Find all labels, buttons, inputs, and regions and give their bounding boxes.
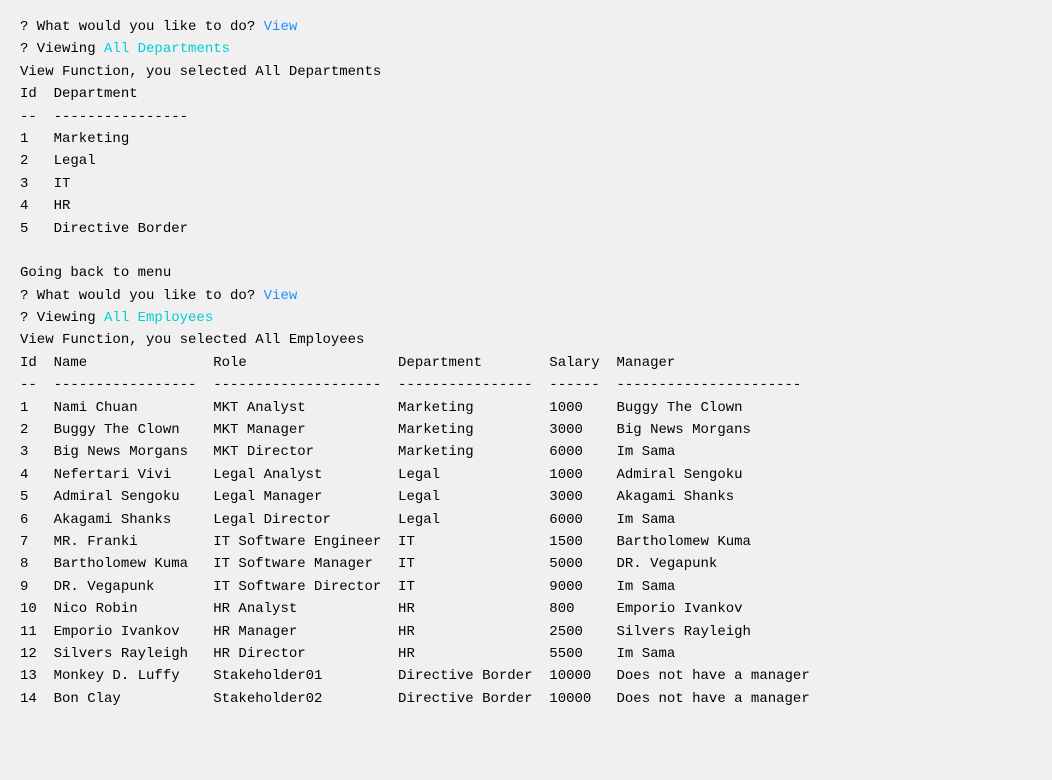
terminal-line: ? What would you like to do? View <box>20 285 1032 307</box>
terminal-line: 1 Marketing <box>20 128 1032 150</box>
terminal-line: 8 Bartholomew Kuma IT Software Manager I… <box>20 553 1032 575</box>
prompt-value: View <box>264 19 298 35</box>
terminal-line: View Function, you selected All Employee… <box>20 329 1032 351</box>
terminal-line: 1 Nami Chuan MKT Analyst Marketing 1000 … <box>20 397 1032 419</box>
terminal-line: -- ----------------- -------------------… <box>20 374 1032 396</box>
terminal-line: 5 Directive Border <box>20 218 1032 240</box>
spacer-line <box>20 240 1032 262</box>
terminal-line: 4 HR <box>20 195 1032 217</box>
terminal-line: 12 Silvers Rayleigh HR Director HR 5500 … <box>20 643 1032 665</box>
terminal-line: 7 MR. Franki IT Software Engineer IT 150… <box>20 531 1032 553</box>
terminal-line: View Function, you selected All Departme… <box>20 61 1032 83</box>
terminal-line: ? Viewing All Employees <box>20 307 1032 329</box>
terminal-line: Id Name Role Department Salary Manager <box>20 352 1032 374</box>
terminal-line: ? What would you like to do? View <box>20 16 1032 38</box>
terminal-line: 6 Akagami Shanks Legal Director Legal 60… <box>20 509 1032 531</box>
terminal-line: 11 Emporio Ivankov HR Manager HR 2500 Si… <box>20 621 1032 643</box>
terminal-line: 3 Big News Morgans MKT Director Marketin… <box>20 441 1032 463</box>
terminal-line: 9 DR. Vegapunk IT Software Director IT 9… <box>20 576 1032 598</box>
terminal-line: 10 Nico Robin HR Analyst HR 800 Emporio … <box>20 598 1032 620</box>
terminal-line: 4 Nefertari Vivi Legal Analyst Legal 100… <box>20 464 1032 486</box>
prompt-value: View <box>264 288 298 304</box>
terminal-line: 5 Admiral Sengoku Legal Manager Legal 30… <box>20 486 1032 508</box>
prompt-value: All Departments <box>104 41 230 57</box>
terminal-line: Going back to menu <box>20 262 1032 284</box>
terminal-line: 14 Bon Clay Stakeholder02 Directive Bord… <box>20 688 1032 710</box>
terminal-line: 3 IT <box>20 173 1032 195</box>
terminal-line: 2 Buggy The Clown MKT Manager Marketing … <box>20 419 1032 441</box>
prompt-value: All Employees <box>104 310 213 326</box>
terminal-line: Id Department <box>20 83 1032 105</box>
terminal-output: ? What would you like to do? View? Viewi… <box>20 16 1032 710</box>
terminal-line: 13 Monkey D. Luffy Stakeholder01 Directi… <box>20 665 1032 687</box>
terminal-line: -- ---------------- <box>20 106 1032 128</box>
terminal-line: ? Viewing All Departments <box>20 38 1032 60</box>
terminal-line: 2 Legal <box>20 150 1032 172</box>
